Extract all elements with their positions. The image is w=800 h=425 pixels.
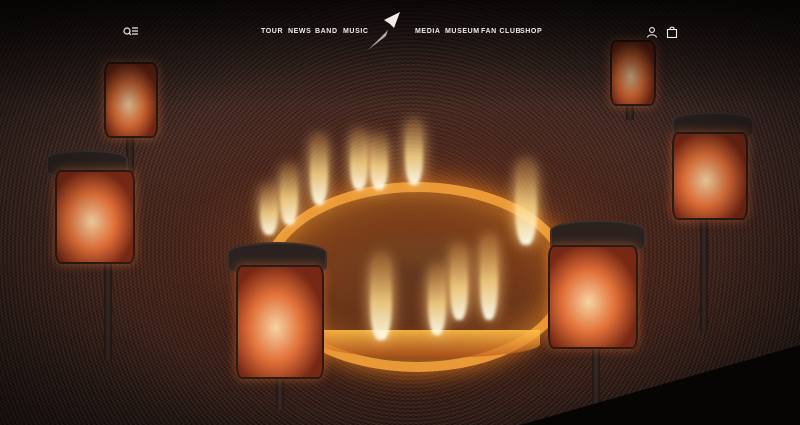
nav-link-tour[interactable]: TOUR <box>261 28 283 35</box>
user-icon[interactable] <box>646 26 658 38</box>
metallica-logo-icon[interactable] <box>360 10 404 54</box>
menu-search-icon[interactable] <box>123 26 139 38</box>
nav-link-band[interactable]: BAND <box>315 28 338 35</box>
page: TOUR NEWS BAND MUSIC MEDIA MUSEUM FAN CL… <box>0 0 800 425</box>
nav-link-museum[interactable]: MUSEUM <box>445 28 480 35</box>
nav-link-fan-club[interactable]: FAN CLUB <box>481 28 521 35</box>
nav-link-shop[interactable]: SHOP <box>520 28 542 35</box>
shopping-bag-icon[interactable] <box>666 26 678 38</box>
main-navigation: TOUR NEWS BAND MUSIC MEDIA MUSEUM FAN CL… <box>0 0 800 64</box>
nav-link-news[interactable]: NEWS <box>288 28 311 35</box>
nav-link-media[interactable]: MEDIA <box>415 28 441 35</box>
